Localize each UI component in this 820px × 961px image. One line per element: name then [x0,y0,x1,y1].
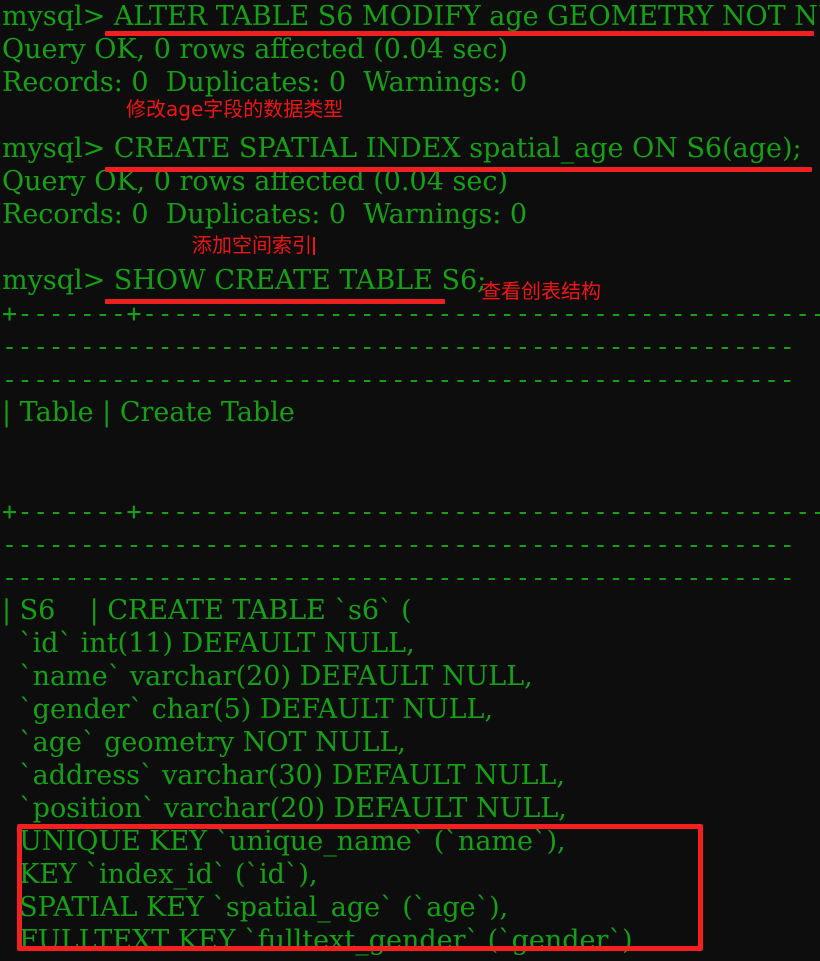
terminal-line: `address` varchar(30) DEFAULT NULL, [2,760,565,791]
terminal-line: +-------+-------------------------------… [2,497,820,526]
terminal-line: mysql> ALTER TABLE S6 MODIFY age GEOMETR… [2,1,820,32]
annotation-note-add-spatial-index: 添加空间索引 [192,234,315,256]
terminal-line: ----------------------------------------… [2,332,796,361]
terminal-line: | Table | Create Table [2,397,295,428]
terminal-window[interactable]: mysql> ALTER TABLE S6 MODIFY age GEOMETR… [0,0,820,961]
terminal-line: `position` varchar(20) DEFAULT NULL, [2,793,567,824]
text-caret-icon [313,237,315,255]
terminal-line: SPATIAL KEY `spatial_age` (`age`), [2,892,509,923]
terminal-line: Records: 0 Duplicates: 0 Warnings: 0 [2,199,528,230]
terminal-line: Records: 0 Duplicates: 0 Warnings: 0 [2,67,528,98]
terminal-line: Query OK, 0 rows affected (0.04 sec) [2,34,508,65]
terminal-line: `name` varchar(20) DEFAULT NULL, [2,661,533,692]
annotation-underline-alter-table [105,31,814,36]
terminal-line: ----------------------------------------… [2,530,796,559]
terminal-line: KEY `index_id` (`id`), [2,859,318,890]
annotation-note-modify-age-type: 修改age字段的数据类型 [126,97,344,121]
terminal-line: FULLTEXT KEY `fulltext_gender` (`gender`… [2,925,633,956]
annotation-underline-show-create-table [105,299,445,304]
terminal-line: mysql> SHOW CREATE TABLE S6; [2,265,487,296]
terminal-line: mysql> CREATE SPATIAL INDEX spatial_age … [2,133,802,164]
annotation-underline-create-spatial-index [105,167,812,172]
terminal-line: ----------------------------------------… [2,365,796,394]
terminal-line: ----------------------------------------… [2,563,796,592]
terminal-line: | S6 | CREATE TABLE `s6` ( [2,595,412,626]
annotation-note-view-table-structure: 查看创表结构 [481,279,601,303]
annotation-note-text: 添加空间索引 [192,233,312,257]
terminal-line: `gender` char(5) DEFAULT NULL, [2,694,494,725]
terminal-output: mysql> ALTER TABLE S6 MODIFY age GEOMETR… [0,0,820,957]
terminal-line: `age` geometry NOT NULL, [2,727,406,758]
terminal-line: `id` int(11) DEFAULT NULL, [2,628,415,659]
terminal-line: UNIQUE KEY `unique_name` (`name`), [2,826,566,857]
